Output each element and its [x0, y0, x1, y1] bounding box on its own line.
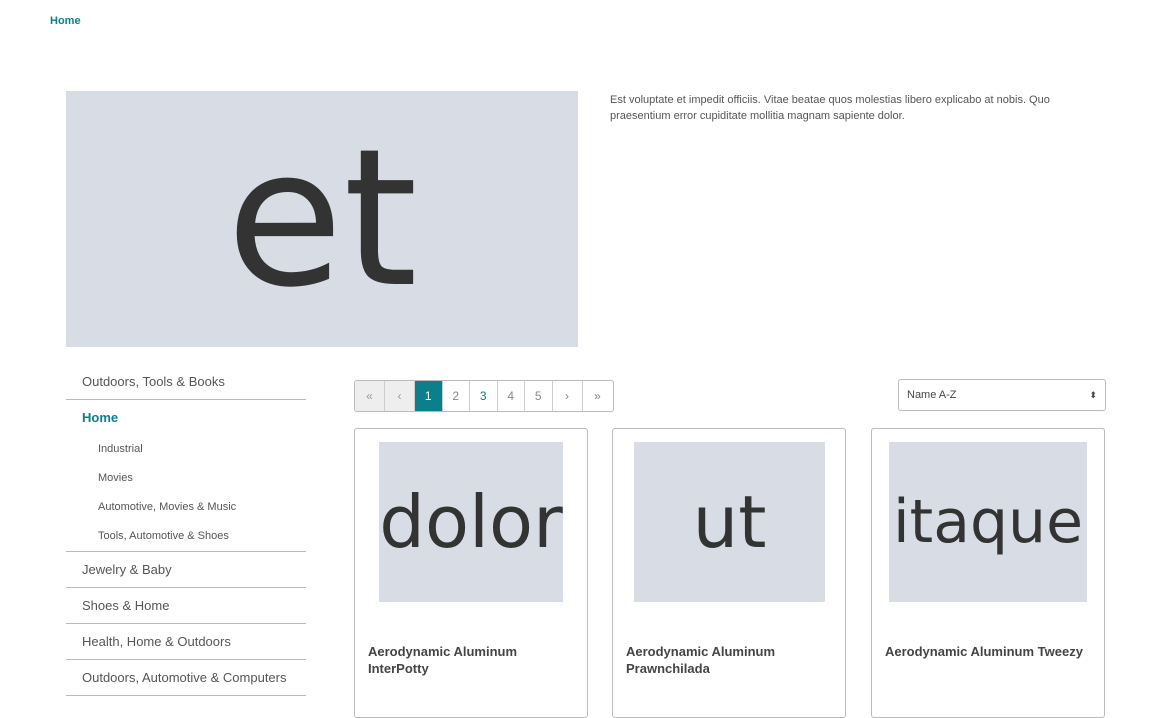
product-image[interactable]: itaque [889, 442, 1087, 602]
product-card[interactable]: ut Aerodynamic Aluminum Prawnchilada [612, 428, 846, 718]
product-card[interactable]: itaque Aerodynamic Aluminum Tweezy [871, 428, 1105, 718]
sidebar-subitem[interactable]: Movies [66, 464, 306, 493]
sidebar-item[interactable]: Health, Home & Outdoors [66, 624, 306, 660]
sidebar-item[interactable]: Outdoors, Tools & Books [66, 364, 306, 400]
page-2-button[interactable]: 2 [443, 381, 470, 411]
select-arrows-icon: ⬍ [1089, 389, 1097, 400]
category-image: et [66, 91, 578, 347]
sort-selected: Name A-Z [907, 389, 957, 401]
sidebar-subitem[interactable]: Industrial [66, 435, 306, 464]
pagination: « ‹ 1 2 3 4 5 › » [354, 380, 614, 412]
sidebar-subitem[interactable]: Automotive, Movies & Music [66, 493, 306, 522]
sidebar-subitem[interactable]: Tools, Automotive & Shoes [66, 522, 306, 551]
page-1-button[interactable]: 1 [415, 381, 443, 411]
breadcrumb-home[interactable]: Home [50, 15, 81, 27]
prev-page-button[interactable]: ‹ [385, 381, 415, 411]
product-name[interactable]: Aerodynamic Aluminum InterPotty [368, 643, 568, 677]
first-page-button[interactable]: « [355, 381, 385, 411]
page-4-button[interactable]: 4 [498, 381, 525, 411]
page-3-button[interactable]: 3 [470, 381, 498, 411]
category-description: Est voluptate et impedit officiis. Vitae… [610, 94, 1050, 122]
page-5-button[interactable]: 5 [525, 381, 553, 411]
product-image[interactable]: dolor [379, 442, 563, 602]
product-name[interactable]: Aerodynamic Aluminum Tweezy [885, 643, 1085, 660]
sidebar-item[interactable]: Shoes & Home [66, 588, 306, 624]
product-image[interactable]: ut [634, 442, 825, 602]
sort-select[interactable]: Name A-Z ⬍ [898, 379, 1106, 411]
sidebar-item[interactable]: Jewelry & Baby [66, 552, 306, 588]
product-name[interactable]: Aerodynamic Aluminum Prawnchilada [626, 643, 826, 677]
sidebar-item-active[interactable]: Home [66, 400, 306, 435]
sidebar-item[interactable]: Outdoors, Automotive & Computers [66, 660, 306, 696]
next-page-button[interactable]: › [553, 381, 583, 411]
last-page-button[interactable]: » [583, 381, 613, 411]
category-sidebar: Outdoors, Tools & Books Home Industrial … [66, 364, 306, 696]
product-card[interactable]: dolor Aerodynamic Aluminum InterPotty [354, 428, 588, 718]
